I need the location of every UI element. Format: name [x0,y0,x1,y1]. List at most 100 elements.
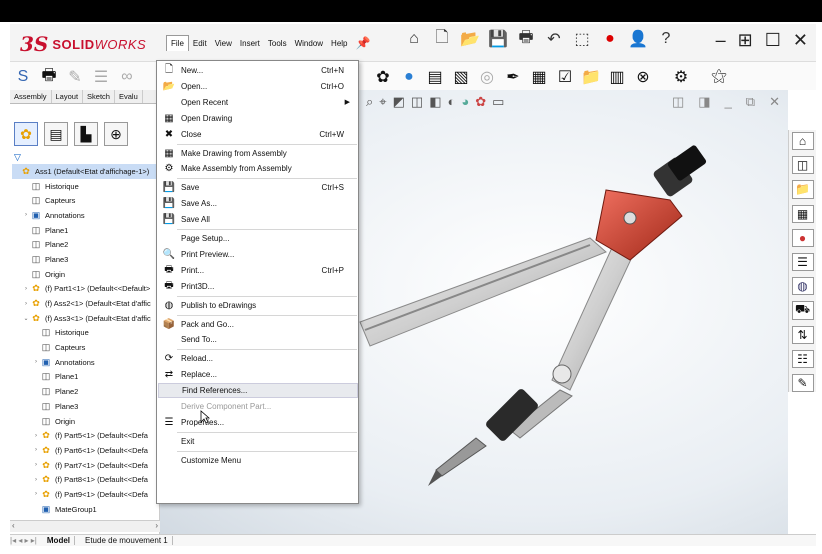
toolbar-options-icon[interactable]: ⊗ [632,66,654,88]
help-icon[interactable]: ? [656,28,676,50]
menu-item-open-recent[interactable]: Open Recent ▶ [158,95,358,110]
toolbar-link-icon[interactable]: ∞ [116,66,138,88]
tree-expand-icon[interactable]: › [22,286,30,292]
toolbar-check-icon[interactable]: ☑ [554,66,576,88]
appearances-icon[interactable]: ● [791,228,814,247]
view-palette-icon[interactable]: ▦ [791,204,814,223]
solidworks-forum-icon[interactable]: ◍ [791,277,814,296]
tree-item[interactable]: › ✿ (f) Part6<1> (Default<<Defa [12,443,158,458]
new-document-icon[interactable]: 🗋 [432,28,452,50]
markup-icon[interactable]: ✎ [791,373,814,393]
menu-item-save-as[interactable]: 💾 Save As... [158,196,358,211]
tree-item[interactable]: ✿ Ass1 (Default<Etat d'affichage-1>) [12,164,158,179]
tree-item[interactable]: › ✿ (f) Part8<1> (Default<<Defa [12,472,158,487]
tree-item[interactable]: ◫ Plane1 [12,370,158,385]
tab-layout[interactable]: Layout [52,90,84,103]
menu-item-replace[interactable]: ⇄ Replace... [158,367,358,382]
tree-expand-icon[interactable]: ⌄ [22,315,30,322]
menu-item-save[interactable]: 💾 Save Ctrl+S [158,180,358,195]
menu-view[interactable]: View [211,36,236,51]
tree-item[interactable]: ◫ Plane2 [12,384,158,399]
restore-icon[interactable]: ⊞ [738,30,753,51]
scroll-left-icon[interactable]: ‹ [12,521,15,530]
menu-tools[interactable]: Tools [264,36,291,51]
undo-icon[interactable]: ↶ [544,28,564,50]
toolbar-grid-icon[interactable]: ▥ [606,66,628,88]
scroll-right-icon[interactable]: › [155,521,158,530]
toolbar-list-icon[interactable]: ☰ [90,66,112,88]
menu-window[interactable]: Window [291,36,327,51]
smart-dimension-icon[interactable]: S [12,66,34,88]
tab-motion-study[interactable]: Etude de mouvement 1 [81,536,173,545]
save-icon[interactable]: 💾 [488,28,508,50]
checklist-icon[interactable]: ☷ [791,349,814,368]
menu-item-open[interactable]: 📂 Open... Ctrl+O [158,79,358,94]
menu-file[interactable]: File [166,35,189,51]
dimxpert-icon[interactable]: ⊕ [104,122,128,146]
toolbar-component-icon[interactable]: ▤ [424,66,446,88]
motion-manager-icon[interactable]: ⇅ [791,325,814,344]
tree-item[interactable]: ◫ Capteurs [12,193,158,208]
tab-assembly[interactable]: Assembly [10,90,52,103]
tree-item[interactable]: › ✿ (f) Part7<1> (Default<<Defa [12,458,158,473]
tree-item[interactable]: ◫ Plane2 [12,237,158,252]
tree-item[interactable]: ◫ Plane1 [12,223,158,238]
tree-item[interactable]: › ✿ (f) Ass2<1> (Default<Etat d'affic [12,296,158,311]
toolbar-assembly-icon[interactable]: ✿ [372,66,394,88]
toolbar-folder-icon[interactable]: 📁 [580,66,602,88]
tree-item[interactable]: ◫ Origin [12,267,158,282]
menu-item-customize-menu[interactable]: Customize Menu [158,453,358,468]
tab-evaluate[interactable]: Evalu [115,90,143,103]
file-explorer-icon[interactable]: 📁 [791,180,814,199]
toolbar-sphere-icon[interactable]: ● [398,66,420,88]
tree-item[interactable]: › ✿ (f) Part1<1> (Default<<Default> [12,282,158,297]
tree-expand-icon[interactable]: › [32,491,40,497]
rebuild-icon[interactable]: ● [600,28,620,50]
menu-item-print[interactable]: 🖶 Print... Ctrl+P [158,263,358,278]
menu-item-reload[interactable]: ⟳ Reload... [158,351,358,366]
menu-item-new[interactable]: 🗋 New... Ctrl+N [158,63,358,78]
tree-item[interactable]: ▣ MateGroup1 [12,502,158,517]
tree-item[interactable]: ◫ Capteurs [12,340,158,355]
menu-insert[interactable]: Insert [236,36,264,51]
open-icon[interactable]: 📂 [460,28,480,50]
feature-manager-icon[interactable]: ✿ [14,122,38,146]
toolbar-explode-icon[interactable]: ▧ [450,66,472,88]
menu-help[interactable]: Help [327,36,351,51]
tree-item[interactable]: ◫ Historique [12,326,158,341]
menu-item-open-drawing[interactable]: ▦ Open Drawing [158,111,358,126]
toolbar-motion-icon[interactable]: ◎ [476,66,498,88]
toolbar-tool-icon[interactable]: ✎ [64,66,86,88]
tree-item[interactable]: ◫ Origin [12,414,158,429]
toolbar-table-icon[interactable]: ▦ [528,66,550,88]
tree-item[interactable]: › ▣ Annotations [12,208,158,223]
tree-item[interactable]: ◫ Plane3 [12,252,158,267]
tree-expand-icon[interactable]: › [22,301,30,307]
menu-item-pack-and-go[interactable]: 📦 Pack and Go... [158,317,358,332]
menu-item-make-drawing-from-assembly[interactable]: ▦ Make Drawing from Assembly [158,146,358,161]
menu-item-find-references[interactable]: Find References... [158,383,358,399]
tree-expand-icon[interactable]: › [32,462,40,468]
design-library-icon[interactable]: ◫ [791,156,814,175]
toolbar-pen-icon[interactable]: ✒ [502,66,524,88]
close-icon[interactable]: ✕ [793,30,808,51]
tree-item[interactable]: › ✿ (f) Part5<1> (Default<<Defa [12,428,158,443]
configuration-manager-icon[interactable]: ▙ [74,122,98,146]
tree-item[interactable]: ⌄ ✿ (f) Ass3<1> (Default<Etat d'affic [12,311,158,326]
menu-item-make-assembly-from-assembly[interactable]: ⚙ Make Assembly from Assembly [158,161,358,176]
tree-item[interactable]: › ✿ (f) Part9<1> (Default<<Defa [12,487,158,502]
user-icon[interactable]: 👤 [628,28,648,50]
menu-item-exit[interactable]: Exit [158,434,358,449]
horizontal-scrollbar[interactable]: ‹ › [10,520,160,532]
tree-item[interactable]: › ▣ Annotations [12,355,158,370]
select-icon[interactable]: ⬚ [572,28,592,50]
tree-expand-icon[interactable]: › [32,447,40,453]
print-icon[interactable]: 🖶 [516,28,536,50]
toolbar-settings-icon[interactable]: ⚙ [670,66,692,88]
toolbar-more-icon[interactable]: ⚝ [708,66,730,88]
home-icon[interactable]: ⌂ [404,28,424,50]
menu-item-send-to[interactable]: Send To... [158,332,358,347]
tree-item[interactable]: ◫ Plane3 [12,399,158,414]
tree-item[interactable]: ◫ Historique [12,179,158,194]
menu-item-close[interactable]: ✖ Close Ctrl+W [158,127,358,142]
